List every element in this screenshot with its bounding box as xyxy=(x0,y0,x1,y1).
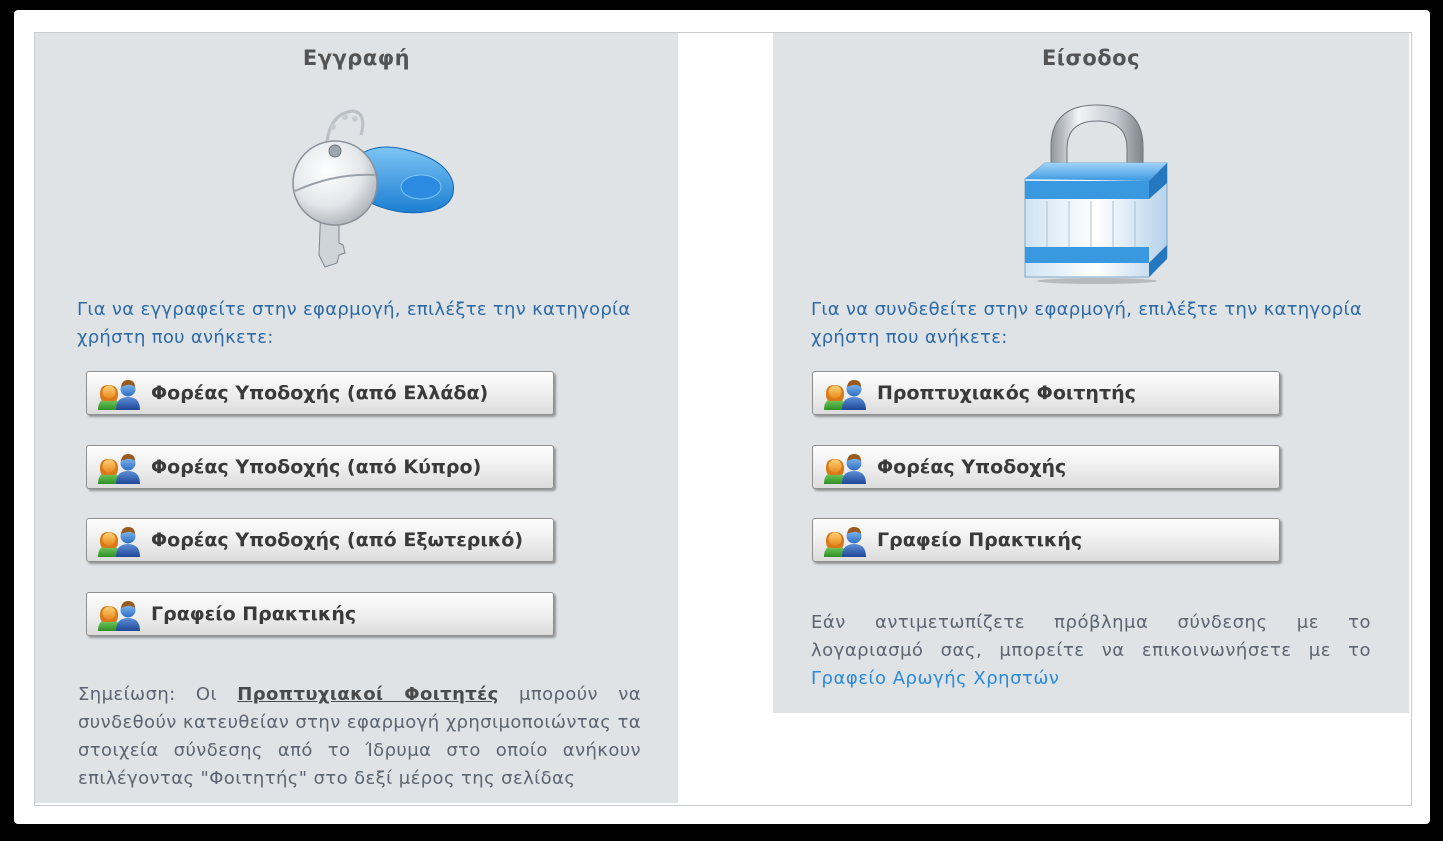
users-icon xyxy=(820,524,870,558)
users-icon xyxy=(820,451,870,485)
users-icon xyxy=(94,377,144,411)
register-intro: Για να εγγραφείτε στην εφαρμογή, επιλέξτ… xyxy=(77,299,631,348)
helpdesk-link[interactable]: Γραφείο Αρωγής Χρηστών xyxy=(811,668,1059,689)
undergraduate-students-link[interactable]: Προπτυχιακοί Φοιτητές xyxy=(237,684,498,705)
button-label: Προπτυχιακός Φοιτητής xyxy=(877,382,1136,404)
button-label: Φορέας Υποδοχής (από Εξωτερικό) xyxy=(151,529,524,551)
button-label: Γραφείο Πρακτικής xyxy=(877,529,1083,551)
login-panel: Είσοδος Για να συνδεθείτε στην εφαρμογή,… xyxy=(773,33,1409,713)
padlock-icon xyxy=(1024,104,1168,284)
users-icon xyxy=(94,451,144,485)
users-icon xyxy=(820,377,870,411)
login-title: Είσοδος xyxy=(1041,46,1141,70)
register-host-greece-button[interactable]: Φορέας Υποδοχής (από Ελλάδα) xyxy=(86,371,554,415)
main-container: Εγγραφή Για να εγγραφείτε στην εφαρμογή,… xyxy=(34,32,1412,806)
help-text: Εάν αντιμετωπίζετε πρόβλημα σύνδεσης με … xyxy=(811,612,1371,661)
register-note: Σημείωση: Οι Προπτυχιακοί Φοιτητές μπορο… xyxy=(78,681,641,793)
button-label: Φορέας Υποδοχής (από Ελλάδα) xyxy=(151,382,489,404)
button-label: Φορέας Υποδοχής (από Κύπρο) xyxy=(151,456,482,478)
button-label: Φορέας Υποδοχής xyxy=(877,456,1067,478)
users-icon xyxy=(94,598,144,632)
key-icon xyxy=(292,109,455,268)
login-internship-office-button[interactable]: Γραφείο Πρακτικής xyxy=(812,518,1280,562)
button-label: Γραφείο Πρακτικής xyxy=(151,603,357,625)
register-panel: Εγγραφή Για να εγγραφείτε στην εφαρμογή,… xyxy=(35,33,678,803)
login-help: Εάν αντιμετωπίζετε πρόβλημα σύνδεσης με … xyxy=(811,609,1371,693)
login-undergraduate-student-button[interactable]: Προπτυχιακός Φοιτητής xyxy=(812,371,1280,415)
users-icon xyxy=(94,524,144,558)
login-host-organization-button[interactable]: Φορέας Υποδοχής xyxy=(812,445,1280,489)
register-internship-office-button[interactable]: Γραφείο Πρακτικής xyxy=(86,592,554,636)
register-host-abroad-button[interactable]: Φορέας Υποδοχής (από Εξωτερικό) xyxy=(86,518,554,562)
note-prefix: Σημείωση: Οι xyxy=(78,684,217,705)
register-host-cyprus-button[interactable]: Φορέας Υποδοχής (από Κύπρο) xyxy=(86,445,554,489)
register-title: Εγγραφή xyxy=(302,46,411,70)
login-intro: Για να συνδεθείτε στην εφαρμογή, επιλέξτ… xyxy=(811,299,1363,348)
